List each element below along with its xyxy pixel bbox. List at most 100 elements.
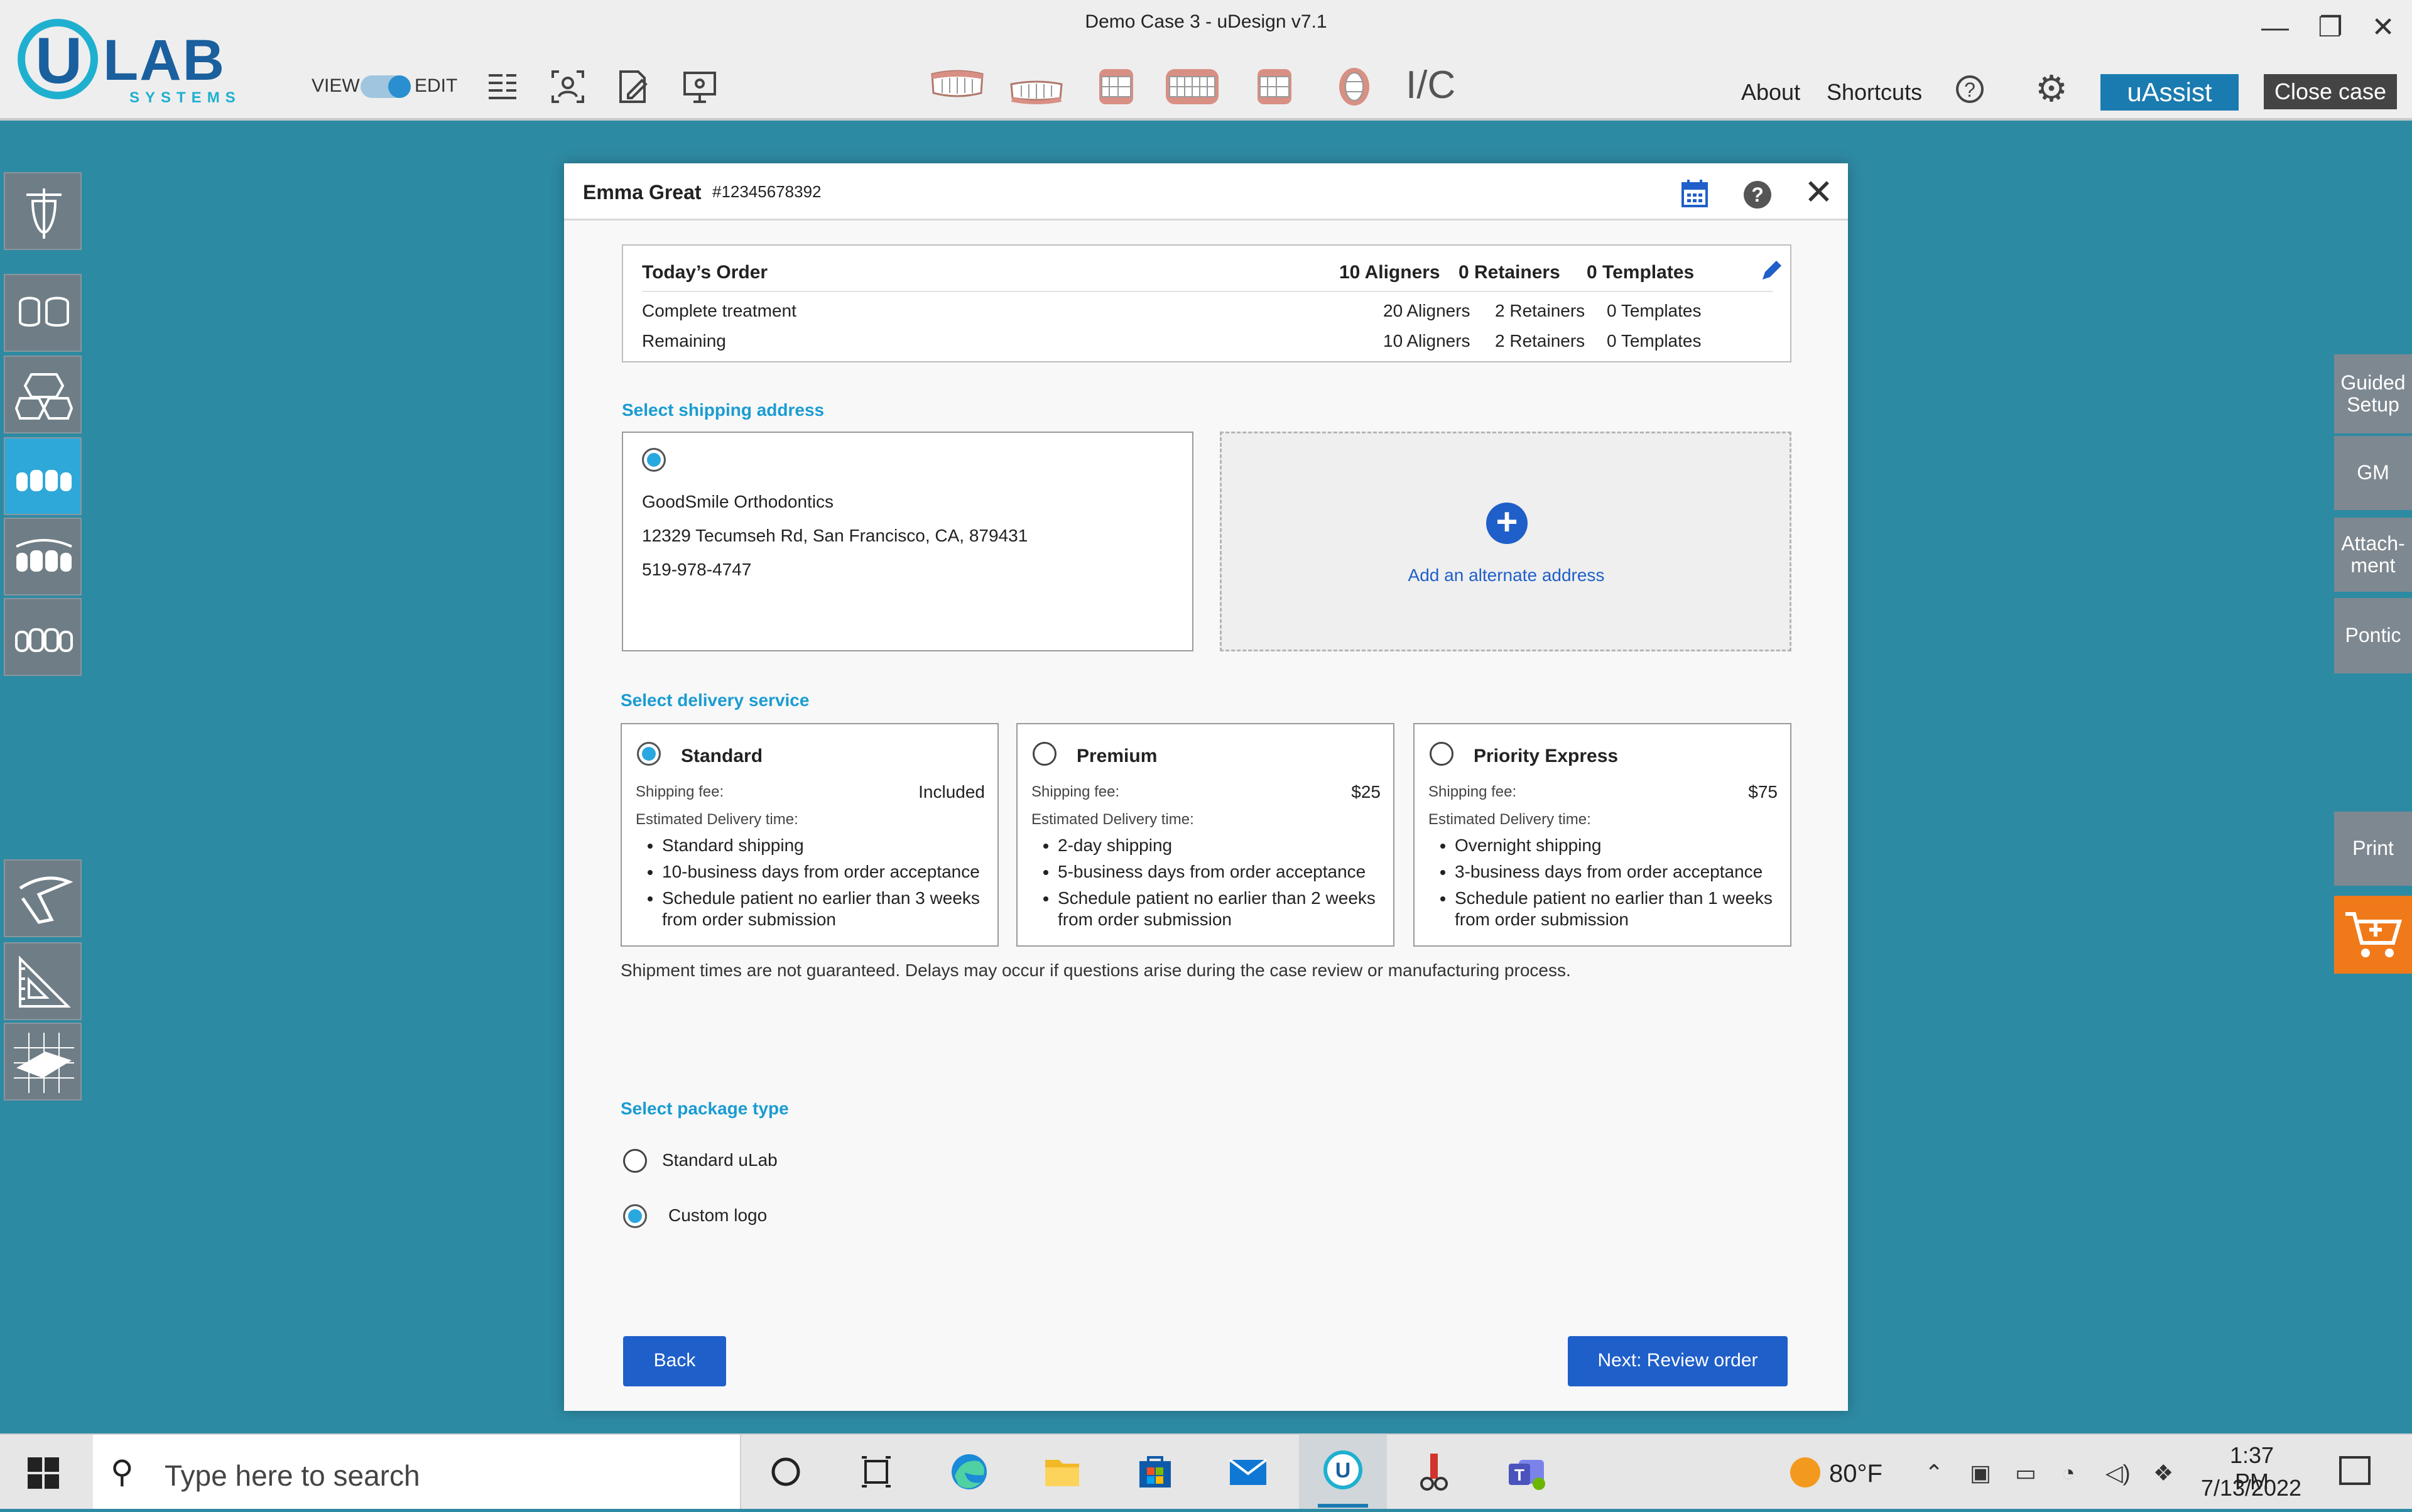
calendar-icon[interactable] [1681,178,1709,212]
fee-label: Shipping fee: [636,783,724,800]
grid-plane-icon[interactable] [4,1023,82,1101]
add-alternate-address[interactable]: + Add an alternate address [1220,432,1791,651]
address-phone: 519-978-4747 [642,560,752,579]
fee-label: Shipping fee: [1428,783,1517,800]
view-label: VIEW [312,75,360,96]
order-row-aligners: 10 Aligners [1383,331,1470,351]
occlusal-view-icon[interactable] [1325,65,1383,107]
plus-icon[interactable]: + [1486,503,1528,544]
store-icon[interactable] [1134,1451,1176,1493]
edge-icon[interactable] [948,1451,990,1493]
front-view-icon[interactable] [1163,65,1221,107]
gear-icon[interactable]: ⚙ [2035,70,2068,108]
svg-text:T: T [1514,1466,1524,1484]
svg-text:U: U [1335,1459,1351,1482]
taskbar-search[interactable]: ⚲ Type here to search [93,1435,741,1509]
cephalometric-icon[interactable] [4,859,82,937]
snipping-tool-icon[interactable] [1413,1451,1455,1493]
attachment-button[interactable]: Attach- ment [2334,518,2412,592]
upper-arch-icon[interactable] [4,437,82,515]
package-type-heading: Select package type [621,1099,789,1118]
pontic-button[interactable]: Pontic [2334,598,2412,673]
clock-date[interactable]: 7/13/2022 [2195,1475,2308,1501]
delivery-option-priority-express[interactable]: Priority Express Shipping fee: $75 Estim… [1413,723,1791,947]
teams-icon[interactable]: T [1506,1451,1548,1493]
print-button[interactable]: Print [2334,812,2412,886]
mail-icon[interactable] [1227,1451,1269,1493]
order-title: Today’s Order [642,262,768,283]
guided-setup-button[interactable]: Guided Setup [2334,354,2412,433]
toggle-knob [388,75,411,98]
lower-arch-front-icon[interactable] [1008,65,1065,107]
cart-icon[interactable] [2334,896,2412,974]
patient-id: #12345678392 [712,182,822,201]
about-link[interactable]: About [1741,79,1800,106]
dialog-body: Today’s Order 10 Aligners 0 Retainers 0 … [564,220,1848,1411]
records-icon[interactable] [485,69,520,104]
both-arches-icon[interactable] [4,518,82,596]
chevron-up-icon[interactable]: ⌃ [1925,1460,1943,1486]
dropbox-icon[interactable]: ❖ [2153,1460,2173,1486]
prescription-icon[interactable] [616,69,651,104]
right-side-icon[interactable] [1246,65,1304,107]
patient-photo-icon[interactable] [550,69,585,104]
shortcuts-link[interactable]: Shortcuts [1827,79,1922,106]
close-case-button[interactable]: Close case [2264,74,2397,109]
minimize-button[interactable]: — [2256,9,2294,46]
upper-arch-front-icon[interactable] [928,65,986,107]
cortana-icon[interactable] [765,1451,807,1493]
address-card[interactable]: GoodSmile Orthodontics 12329 Tecumseh Rd… [622,432,1193,651]
order-retainers: 0 Retainers [1459,262,1560,283]
udesign-icon[interactable]: U [1299,1435,1387,1509]
ipr-icon[interactable] [4,356,82,433]
uassist-button[interactable]: uAssist [2100,74,2239,111]
delivery-radio[interactable] [637,742,661,766]
package-label: Custom logo [668,1205,768,1225]
battery-icon[interactable]: ▭ [2015,1460,2036,1486]
delivery-radio[interactable] [1033,742,1057,766]
help-icon[interactable]: ? [1956,75,1984,103]
system-tray-display-icon[interactable]: ▣ [1970,1460,1991,1486]
fee-value: Included [918,782,985,802]
weather-temperature[interactable]: 80°F [1829,1460,1882,1488]
next-review-order-button[interactable]: Next: Review order [1568,1336,1788,1386]
delivery-bullet: Schedule patient no earlier than 2 weeks… [1058,888,1384,930]
wifi-icon[interactable]: ◔ [2062,1460,2075,1486]
package-radio[interactable] [623,1204,647,1228]
ruler-icon[interactable] [4,942,82,1020]
order-row-retainers: 2 Retainers [1495,331,1585,351]
left-side-icon[interactable] [1087,65,1144,107]
windows-start-icon[interactable] [28,1457,59,1489]
delivery-option-standard[interactable]: Standard Shipping fee: Included Estimate… [621,723,999,947]
notification-icon[interactable] [2339,1456,2371,1485]
gm-button[interactable]: GM [2334,436,2412,510]
delivery-details: Overnight shipping 3-business days from … [1428,835,1781,935]
tooth-row-icon[interactable] [4,598,82,676]
address-radio[interactable] [642,448,666,472]
delivery-option-premium[interactable]: Premium Shipping fee: $25 Estimated Deli… [1016,723,1394,947]
task-view-icon[interactable] [856,1451,897,1493]
edit-order-icon[interactable] [1759,258,1784,286]
delivery-radio[interactable] [1430,742,1453,766]
file-explorer-icon[interactable] [1041,1451,1083,1493]
volume-icon[interactable]: ◁) [2105,1460,2131,1486]
back-button[interactable]: Back [623,1336,726,1386]
window-close-button[interactable]: ✕ [2364,9,2402,46]
ic-view-button[interactable]: I/C [1406,63,1455,107]
presentation-icon[interactable] [682,69,717,104]
maximize-button[interactable]: ❐ [2312,9,2349,46]
tooth-axis-icon[interactable] [4,172,82,250]
logo-systems: SYSTEMS [129,89,241,106]
dialog-help-icon[interactable]: ? [1744,181,1771,209]
delivery-details: Standard shipping 10-business days from … [636,835,989,935]
add-address-label[interactable]: Add an alternate address [1222,565,1791,585]
dialog-close-icon[interactable]: ✕ [1804,173,1833,211]
delivery-bullet: Schedule patient no earlier than 3 weeks… [662,888,989,930]
view-edit-toggle[interactable] [361,75,411,98]
tooth-pair-icon[interactable] [4,274,82,352]
delivery-bullet: Schedule patient no earlier than 1 weeks… [1455,888,1781,930]
package-radio[interactable] [623,1149,647,1173]
order-row-retainers: 2 Retainers [1495,301,1585,320]
weather-sun-icon[interactable] [1790,1457,1820,1488]
order-row-templates: 0 Templates [1607,301,1702,320]
